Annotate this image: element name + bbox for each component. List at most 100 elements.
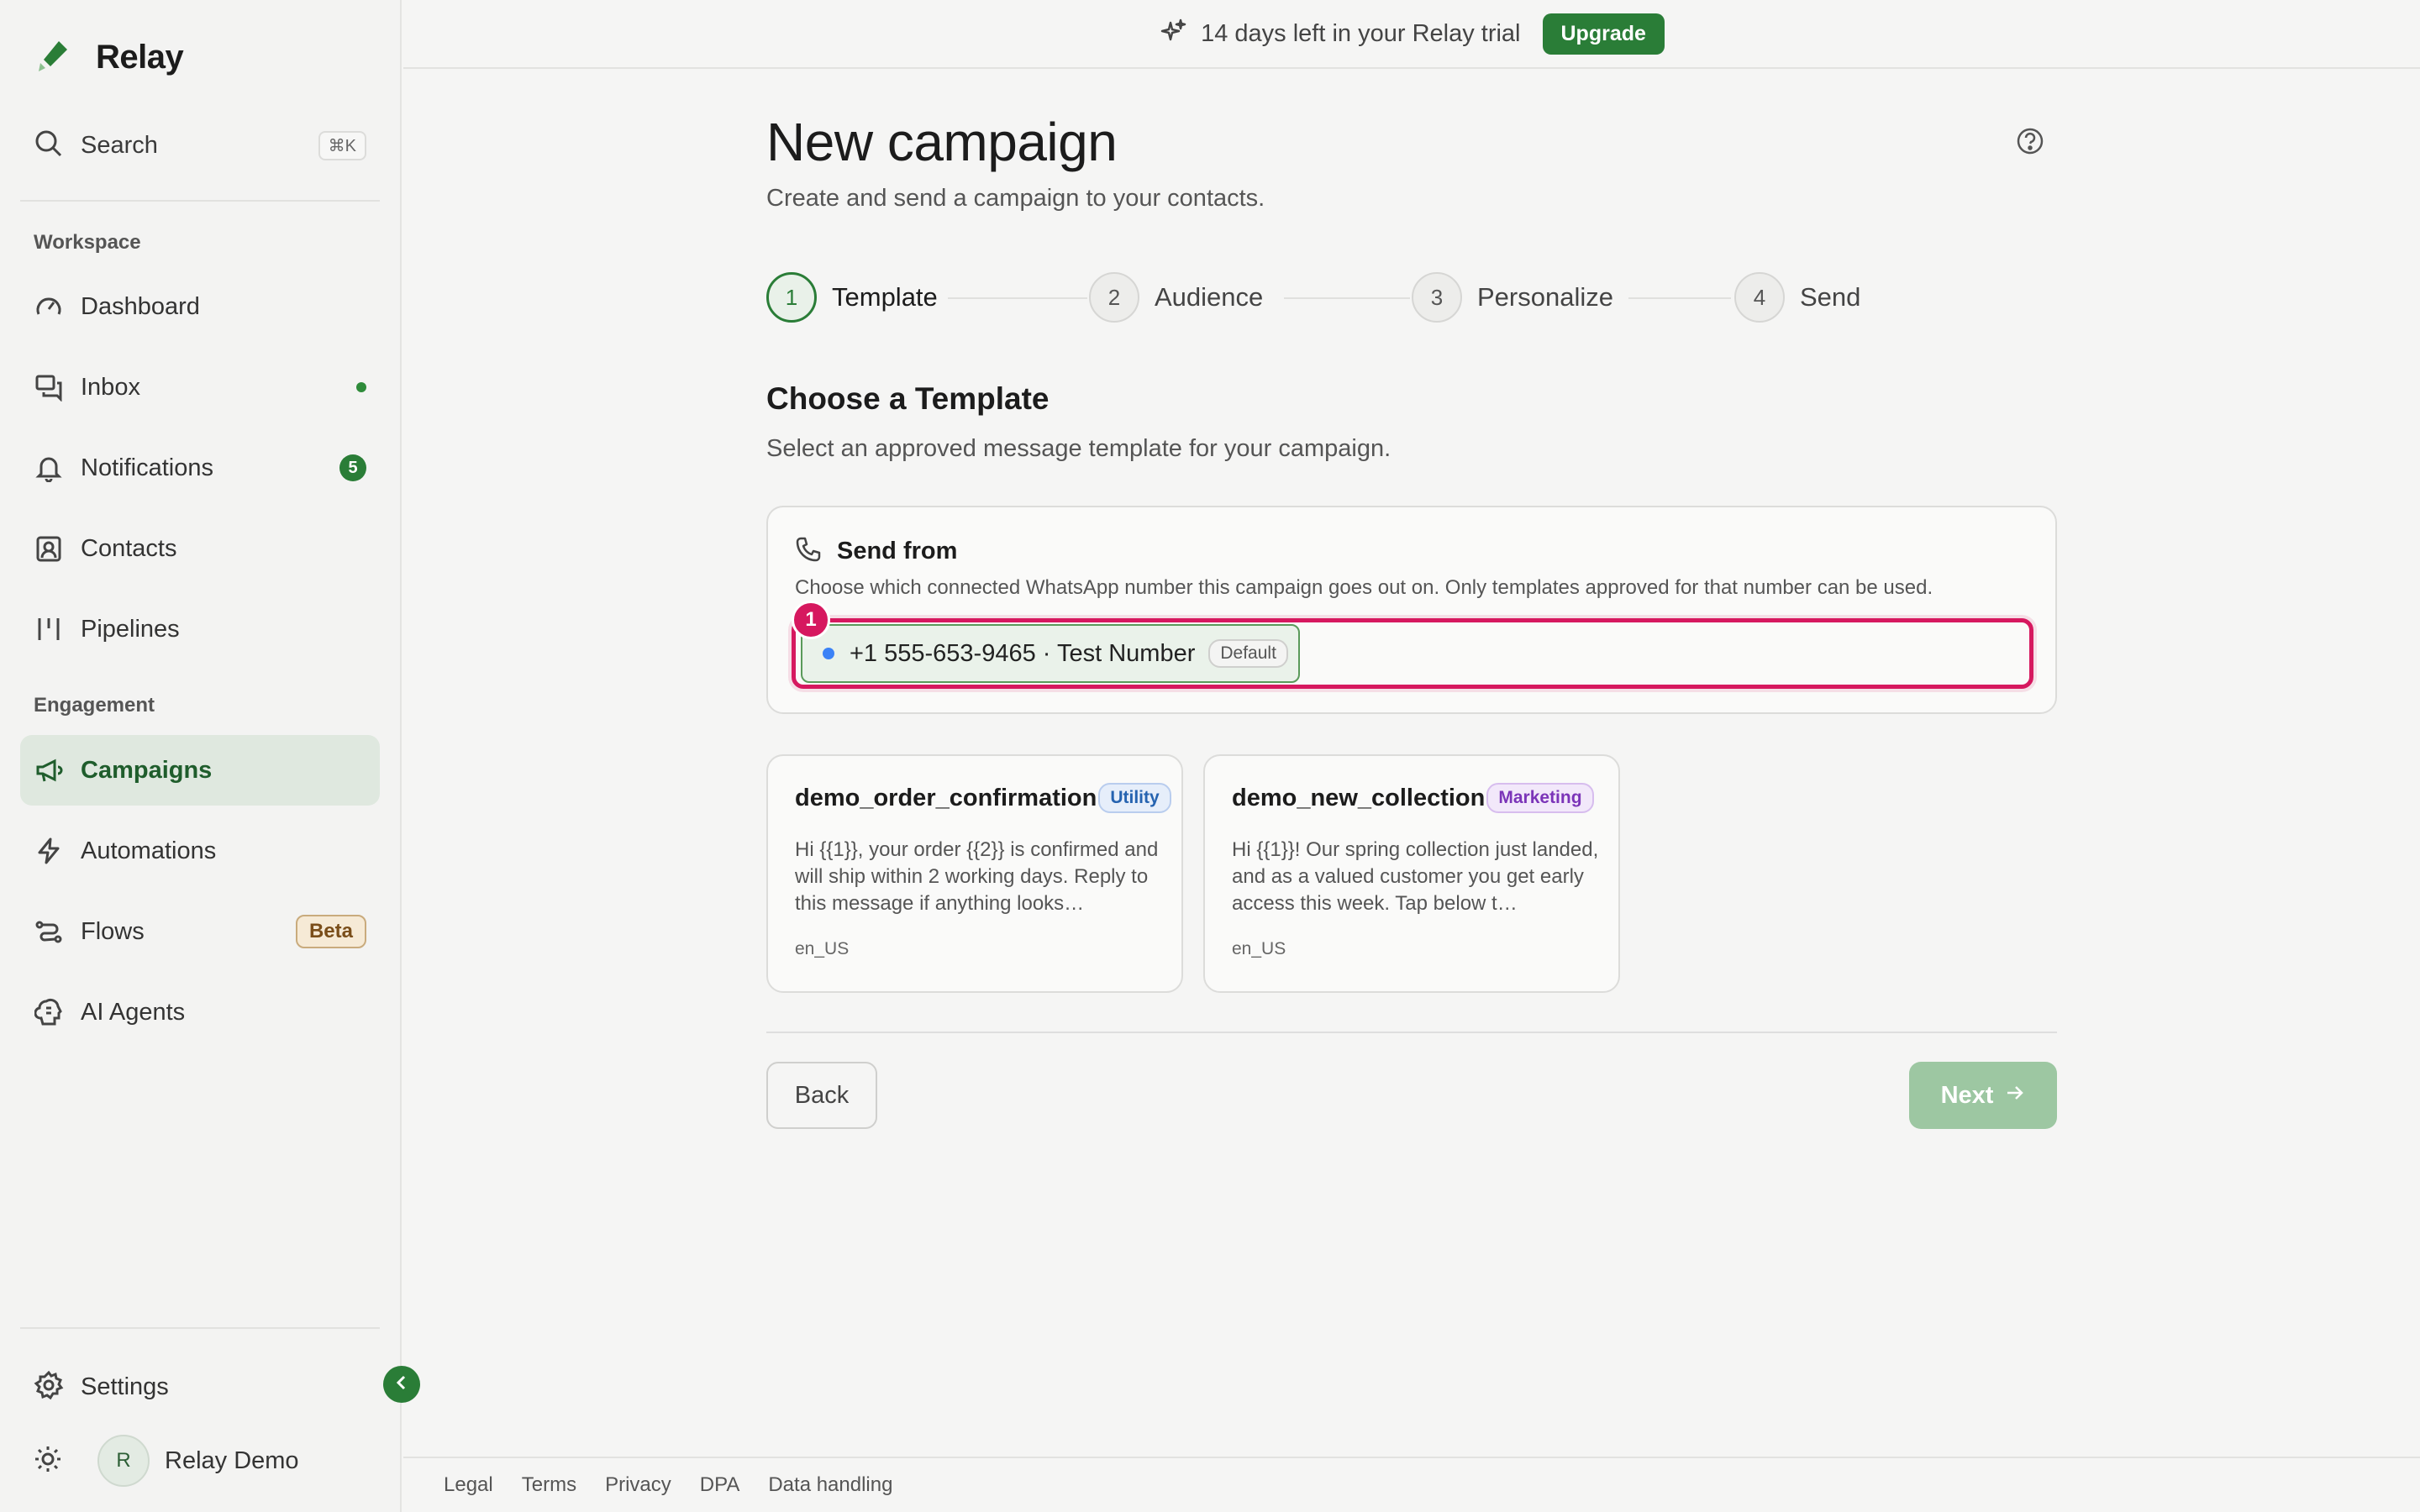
trial-banner: 14 days left in your Relay trial Upgrade (403, 0, 2420, 69)
chat-icon (34, 372, 64, 402)
step-personalize[interactable]: 3 Personalize (1412, 270, 1613, 324)
footer-link-privacy[interactable]: Privacy (605, 1473, 671, 1497)
actions-divider (766, 1032, 2057, 1033)
brand[interactable]: Relay (34, 34, 184, 81)
sidebar-item-settings[interactable]: Settings (34, 1366, 169, 1408)
sidebar-item-flows[interactable]: Flows Beta (20, 896, 380, 967)
sidebar-item-label: Flows (81, 917, 145, 945)
notification-count-badge: 5 (339, 454, 366, 481)
back-button-label: Back (794, 1081, 850, 1109)
template-body-preview: Hi {{1}}! Our spring collection just lan… (1232, 838, 1599, 915)
sparkles-icon (1159, 18, 1187, 50)
step-connector (1628, 297, 1731, 299)
next-button-label: Next (1940, 1081, 1994, 1109)
footer-link-data-handling[interactable]: Data handling (768, 1473, 892, 1497)
send-from-card: Send from Choose which connected WhatsAp… (766, 506, 2057, 714)
section-workspace: Workspace (34, 231, 141, 254)
footer: Legal Terms Privacy DPA Data handling (403, 1457, 2420, 1512)
user-profile[interactable]: R Relay Demo (34, 1433, 299, 1488)
step-number: 4 (1734, 272, 1785, 323)
contacts-icon (34, 533, 64, 564)
sidebar-item-pipelines[interactable]: Pipelines (20, 594, 380, 664)
send-from-title: Send from (837, 538, 958, 564)
arrow-right-icon (2005, 1082, 2025, 1110)
trial-message: 14 days left in your Relay trial (1201, 19, 1521, 47)
footer-link-dpa[interactable]: DPA (700, 1473, 740, 1497)
settings-label: Settings (81, 1373, 169, 1400)
section-engagement: Engagement (34, 694, 155, 717)
template-card[interactable]: demo_order_confirmation Utility Hi {{1}}… (766, 754, 1183, 993)
avatar: R (97, 1435, 150, 1487)
selected-number-chip[interactable]: +1 555-653-9465 · Test Number Default (801, 624, 1300, 683)
sidebar-item-automations[interactable]: Automations (20, 816, 380, 886)
default-badge: Default (1208, 639, 1288, 668)
relay-logo-icon (34, 36, 72, 79)
template-language: en_US (795, 939, 850, 958)
template-name: demo_order_confirmation (795, 784, 1097, 811)
step-label: Personalize (1477, 282, 1613, 312)
template-category-badge: Marketing (1486, 783, 1594, 813)
step-template[interactable]: 1 Template (766, 270, 938, 324)
step-label: Send (1800, 282, 1861, 312)
sidebar-item-label: Automations (81, 837, 217, 864)
next-button[interactable]: Next (1909, 1062, 2057, 1129)
brain-icon (34, 997, 64, 1027)
step-send[interactable]: 4 Send (1734, 270, 1860, 324)
step-number: 2 (1089, 272, 1139, 323)
sender-number-select[interactable]: 1 +1 555-653-9465 · Test Number Default (792, 601, 2033, 689)
step-marker-badge: 1 (792, 601, 830, 639)
sidebar-item-label: Campaigns (81, 756, 213, 784)
page-title: New campaign (766, 112, 1118, 172)
upgrade-button[interactable]: Upgrade (1542, 13, 1665, 55)
step-connector (1284, 297, 1410, 299)
sidebar-divider (20, 200, 380, 202)
lightning-icon (34, 836, 64, 866)
template-body-preview: Hi {{1}}, your order {{2}} is confirmed … (795, 838, 1159, 915)
sidebar-item-label: Contacts (81, 534, 177, 562)
theme-toggle-sun-icon[interactable] (34, 1445, 62, 1478)
sidebar-item-contacts[interactable]: Contacts (20, 513, 380, 584)
help-circle-icon[interactable] (2015, 126, 2045, 156)
collapse-sidebar-button[interactable] (383, 1366, 420, 1403)
phone-icon (795, 536, 822, 567)
sidebar-item-notifications[interactable]: Notifications 5 (20, 433, 380, 503)
unread-dot (356, 382, 366, 392)
megaphone-icon (34, 755, 64, 785)
bell-icon (34, 453, 64, 483)
sidebar: Relay Search ⌘K Workspace Dashboard Inbo… (0, 0, 402, 1512)
sidebar-item-dashboard[interactable]: Dashboard (20, 271, 380, 342)
template-header: demo_order_confirmation Utility (795, 783, 1171, 813)
footer-link-legal[interactable]: Legal (444, 1473, 493, 1497)
search-label: Search (81, 131, 158, 159)
template-card[interactable]: demo_new_collection Marketing Hi {{1}}! … (1203, 754, 1620, 993)
step-number: 1 (766, 272, 817, 323)
send-from-header: Send from (795, 536, 957, 567)
sidebar-item-inbox[interactable]: Inbox (20, 352, 380, 423)
gear-icon (34, 1370, 64, 1404)
sidebar-item-ai-agents[interactable]: AI Agents (20, 977, 380, 1047)
pipeline-icon (34, 614, 64, 644)
template-category-badge: Utility (1098, 783, 1171, 813)
user-name: Relay Demo (165, 1446, 299, 1474)
sidebar-search[interactable]: Search ⌘K (34, 124, 366, 166)
phone-number: +1 555-653-9465 · Test Number (850, 639, 1196, 667)
sidebar-item-campaigns[interactable]: Campaigns (20, 735, 380, 806)
status-dot (823, 648, 834, 659)
sidebar-divider-bottom (20, 1327, 380, 1329)
beta-badge: Beta (295, 915, 366, 948)
template-section-heading: Choose a Template (766, 381, 1050, 416)
flows-icon (34, 916, 64, 947)
sidebar-item-label: Dashboard (81, 292, 200, 320)
sidebar-item-label: Inbox (81, 373, 140, 401)
step-label: Template (832, 282, 938, 312)
footer-link-terms[interactable]: Terms (522, 1473, 576, 1497)
sidebar-item-label: Pipelines (81, 615, 180, 643)
step-number: 3 (1412, 272, 1462, 323)
step-label: Audience (1155, 282, 1264, 312)
step-connector (948, 297, 1087, 299)
search-icon (34, 129, 64, 163)
back-button[interactable]: Back (766, 1062, 877, 1129)
step-audience[interactable]: 2 Audience (1089, 270, 1263, 324)
send-from-description: Choose which connected WhatsApp number t… (795, 576, 1933, 599)
campaign-stepper: 1 Template 2 Audience 3 Personalize 4 Se… (766, 270, 2057, 324)
